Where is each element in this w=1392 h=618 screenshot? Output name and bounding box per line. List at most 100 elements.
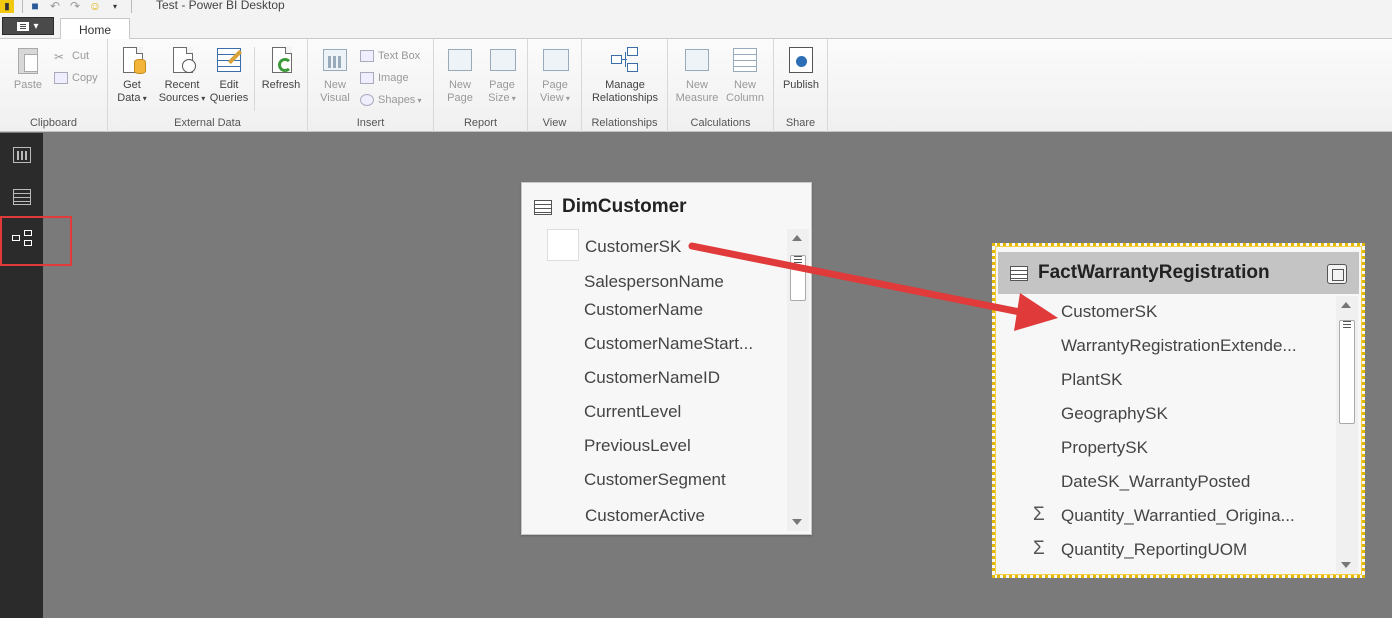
tab-home[interactable]: Home	[60, 18, 130, 40]
edit-queries-icon	[213, 45, 245, 77]
image-button[interactable]: Image	[360, 70, 409, 86]
table-title: DimCustomer	[562, 196, 687, 217]
field-list-item[interactable]: CustomerNameID	[584, 368, 720, 388]
field-list-item[interactable]: PlantSK	[1061, 370, 1122, 390]
refresh-icon	[265, 45, 297, 77]
scrollbar-thumb[interactable]	[1339, 320, 1355, 424]
view-group: Page View ▾ View	[528, 39, 582, 132]
new-column-button[interactable]: New Column	[722, 45, 768, 105]
data-view-icon	[12, 189, 31, 205]
edit-queries-button[interactable]: Edit Queries	[208, 45, 250, 105]
field-list-item[interactable]: GeographySK	[1061, 404, 1168, 424]
field-list-item[interactable]: DateSK_WarrantyPosted	[1061, 472, 1250, 492]
sigma-icon: Σ	[1033, 538, 1045, 559]
relationships-view-icon	[12, 230, 34, 248]
report-group: New Page Page Size ▾ Report	[434, 39, 528, 132]
field-list-item[interactable]: PropertySK	[1061, 438, 1148, 458]
group-label: View	[542, 117, 567, 129]
text-box-icon	[360, 50, 374, 62]
table-icon	[534, 199, 552, 215]
vertical-scrollbar[interactable]	[1336, 296, 1358, 574]
collapse-table-button[interactable]	[1327, 264, 1347, 284]
powerbi-logo-icon[interactable]: ▮	[0, 0, 14, 13]
window-title: Test - Power BI Desktop	[156, 0, 285, 12]
calculator-icon	[681, 45, 713, 77]
text-box-button[interactable]: Text Box	[360, 48, 420, 64]
recent-sources-icon	[166, 45, 198, 77]
file-menu-icon	[17, 21, 30, 31]
chevron-down-icon: ▾	[33, 20, 39, 32]
manage-relationships-icon	[609, 45, 641, 77]
field-list-item[interactable]: SalespersonName	[584, 272, 724, 292]
new-measure-button[interactable]: New Measure	[674, 45, 720, 105]
field-list-item[interactable]: CustomerActive	[585, 506, 705, 526]
group-divider	[254, 47, 255, 111]
customize-toolbar-icon[interactable]: ▾	[107, 0, 123, 13]
field-list-item[interactable]: PreviousLevel	[584, 436, 691, 456]
relationships-group: Manage Relationships Relationships	[582, 39, 668, 132]
group-label: Clipboard	[29, 117, 78, 129]
sigma-icon: Σ	[1033, 504, 1045, 525]
clipboard-group: Paste ✂ Cut Copy Clipboard	[0, 39, 108, 132]
scrollbar-thumb[interactable]	[790, 255, 806, 301]
scroll-down-icon[interactable]	[1341, 562, 1351, 568]
file-menu-button[interactable]: ▾	[2, 17, 54, 35]
publish-button[interactable]: Publish	[778, 45, 824, 92]
new-page-button[interactable]: New Page	[442, 45, 478, 105]
group-label: Insert	[356, 117, 385, 129]
report-view-icon	[12, 147, 31, 163]
title-bar: ▮ ■ ↶ ↷ ☺ ▾ Test - Power BI Desktop	[0, 0, 1392, 14]
copy-button[interactable]: Copy	[54, 70, 98, 86]
group-label: Calculations	[690, 117, 751, 129]
new-column-icon	[729, 45, 761, 77]
get-data-icon	[116, 45, 148, 77]
data-view-button[interactable]	[0, 177, 43, 217]
paste-button[interactable]: Paste	[10, 45, 46, 92]
table-card-header[interactable]: DimCustomer	[522, 183, 811, 231]
toolbar-separator	[22, 0, 23, 13]
report-view-button[interactable]	[0, 135, 43, 175]
factwarrantyregistration-table-card[interactable]: FactWarrantyRegistration CustomerSK Warr…	[992, 243, 1365, 578]
table-card-header[interactable]: FactWarrantyRegistration	[998, 252, 1359, 294]
group-label: Share	[785, 117, 816, 129]
copy-icon	[54, 72, 68, 84]
recent-sources-button[interactable]: Recent Sources ▾	[158, 45, 206, 105]
manage-relationships-button[interactable]: Manage Relationships	[586, 45, 664, 105]
new-visual-button[interactable]: New Visual	[316, 45, 354, 105]
dimcustomer-table-card[interactable]: DimCustomer CustomerSK SalespersonName C…	[521, 182, 812, 535]
scroll-up-icon[interactable]	[1341, 302, 1351, 308]
view-switcher-nav	[0, 133, 72, 618]
refresh-button[interactable]: Refresh	[258, 45, 304, 92]
field-list-item[interactable]: CurrentLevel	[584, 402, 681, 422]
field-customersk[interactable]: CustomerSK	[1061, 302, 1157, 322]
page-size-button[interactable]: Page Size ▾	[484, 45, 520, 105]
group-label: Report	[463, 117, 498, 129]
field-list-item[interactable]: Quantity_ReportingUOM	[1061, 540, 1247, 560]
field-list-item[interactable]: CustomerName	[584, 300, 703, 320]
page-view-icon	[539, 45, 571, 77]
quick-access-toolbar: ▮ ■ ↶ ↷ ☺ ▾	[0, 0, 136, 14]
get-data-button[interactable]: Get Data ▾	[114, 45, 150, 105]
save-icon[interactable]: ■	[27, 0, 43, 13]
scroll-up-icon[interactable]	[792, 235, 802, 241]
vertical-scrollbar[interactable]	[787, 229, 809, 531]
smiley-feedback-icon[interactable]: ☺	[87, 0, 103, 13]
redo-icon[interactable]: ↷	[67, 0, 83, 13]
toolbar-separator	[131, 0, 132, 13]
shapes-button[interactable]: Shapes ▾	[360, 92, 422, 108]
page-view-button[interactable]: Page View ▾	[536, 45, 574, 105]
external-data-group: Get Data ▾ Recent Sources ▾ Edit Queries…	[108, 39, 308, 132]
cut-button[interactable]: ✂ Cut	[54, 48, 89, 64]
group-label: External Data	[174, 117, 241, 129]
field-list-item[interactable]: Quantity_Warrantied_Origina...	[1061, 506, 1295, 526]
table-title: FactWarrantyRegistration	[1038, 262, 1270, 283]
field-customersk[interactable]: CustomerSK	[585, 237, 681, 257]
shapes-icon	[360, 94, 374, 106]
field-list-item[interactable]: CustomerSegment	[584, 470, 726, 490]
scroll-down-icon[interactable]	[792, 519, 802, 525]
field-list-item[interactable]: WarrantyRegistrationExtende...	[1061, 336, 1297, 356]
relationships-view-button[interactable]	[0, 216, 72, 266]
undo-icon[interactable]: ↶	[47, 0, 63, 13]
ribbon: Paste ✂ Cut Copy Clipboard Get Data ▾ Re…	[0, 39, 1392, 132]
field-list-item[interactable]: CustomerNameStart...	[584, 334, 753, 354]
